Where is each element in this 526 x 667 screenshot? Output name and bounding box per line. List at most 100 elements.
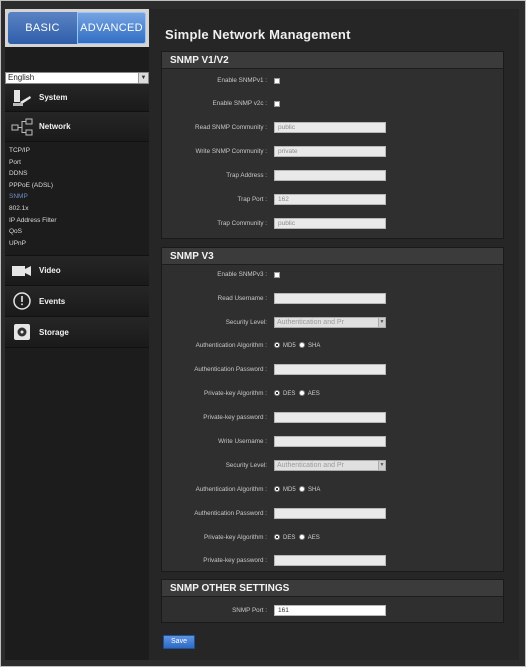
privkey-password-label: Private-key password : <box>203 414 267 421</box>
security-level-label: Security Level: <box>225 319 267 326</box>
write-community-label: Write SNMP Community : <box>195 148 268 155</box>
chevron-down-icon: ▼ <box>378 318 385 327</box>
write-username-label: Write Username : <box>218 438 267 445</box>
read-username-input[interactable] <box>274 293 386 304</box>
aes-label: AES <box>307 535 320 541</box>
trap-community-input[interactable]: public <box>274 218 386 229</box>
panel-snmp-v1v2: SNMP V1/V2 Enable SNMPv1 : Enable SNMP v… <box>161 51 504 239</box>
des-radio[interactable] <box>274 390 280 396</box>
trap-community-label: Trap Community : <box>217 220 267 227</box>
privkey-password-input[interactable] <box>274 412 386 423</box>
read-community-label: Read SNMP Community : <box>195 124 267 131</box>
sidebar-item-label: Events <box>39 296 66 306</box>
language-value: English <box>8 73 35 82</box>
privkey-algorithm-radios-2: DES AES <box>274 532 320 544</box>
chevron-down-icon: ▼ <box>378 461 385 470</box>
auth-password-label-2: Authentication Password : <box>194 510 267 517</box>
privkey-password-input-2[interactable] <box>274 555 386 566</box>
save-button[interactable]: Save <box>163 635 195 649</box>
sidebar-item-label: Storage <box>39 327 69 337</box>
submenu-pppoe[interactable]: PPPoE (ADSL) <box>9 180 149 192</box>
submenu-tcpip[interactable]: TCP/IP <box>9 145 149 157</box>
read-username-label: Read Username : <box>217 295 267 302</box>
submenu-upnp[interactable]: UPnP <box>9 238 149 250</box>
system-icon <box>5 88 39 108</box>
panel-title: SNMP V1/V2 <box>162 52 503 69</box>
submenu-qos[interactable]: QoS <box>9 226 149 238</box>
md5-radio-2[interactable] <box>274 486 280 492</box>
enable-v3-label: Enable SNMPv3 : <box>217 271 267 278</box>
sidebar-item-label: Network <box>39 122 71 131</box>
panel-snmp-other: SNMP OTHER SETTINGS SNMP Port : 161 <box>161 579 504 623</box>
storage-icon <box>5 323 39 341</box>
sha-label: SHA <box>308 487 321 493</box>
submenu-snmp[interactable]: SNMP <box>9 191 149 203</box>
snmp-port-label: SNMP Port : <box>232 607 267 614</box>
app-frame: BASIC ADVANCED English ▼ System Network … <box>0 0 526 667</box>
sha-label: SHA <box>308 343 321 349</box>
auth-password-input[interactable] <box>274 364 386 375</box>
privkey-algorithm-label-2: Private-key Algorithm : <box>204 534 267 541</box>
tab-advanced[interactable]: ADVANCED <box>77 12 146 44</box>
auth-algorithm-label: Authentication Algorithm : <box>195 342 267 349</box>
sidebar-item-events[interactable]: Events <box>5 286 149 318</box>
panel-title: SNMP OTHER SETTINGS <box>162 580 503 597</box>
privkey-algorithm-radios: DES AES <box>274 388 320 400</box>
md5-label: MD5 <box>283 487 296 493</box>
trap-port-input[interactable]: 162 <box>274 194 386 205</box>
language-select[interactable]: English ▼ <box>5 72 149 84</box>
privkey-password-label-2: Private-key password : <box>203 557 267 564</box>
security-level-value: Authentication and Pr <box>277 462 344 469</box>
snmp-port-input[interactable]: 161 <box>274 605 386 616</box>
aes-label: AES <box>307 391 320 397</box>
panel-title: SNMP V3 <box>162 248 503 265</box>
main-content: Simple Network Management SNMP V1/V2 Ena… <box>149 9 519 660</box>
security-level-select-2[interactable]: Authentication and Pr ▼ <box>274 460 386 471</box>
enable-v1-label: Enable SNMPv1 : <box>217 77 267 84</box>
video-camera-icon <box>5 264 39 278</box>
md5-radio[interactable] <box>274 342 280 348</box>
sidebar-item-system[interactable]: System <box>5 84 149 112</box>
enable-v2c-checkbox[interactable] <box>274 101 280 107</box>
security-level-label-2: Security Level: <box>225 462 267 469</box>
aes-radio[interactable] <box>298 390 305 396</box>
sha-radio[interactable] <box>299 342 306 348</box>
page-title: Simple Network Management <box>165 27 351 42</box>
write-community-input[interactable]: private <box>274 146 386 157</box>
sidebar-item-video[interactable]: Video <box>5 255 149 287</box>
network-icon <box>5 118 39 136</box>
privkey-algorithm-label: Private-key Algorithm : <box>204 390 267 397</box>
sidebar-item-label: System <box>39 93 68 102</box>
enable-v3-checkbox[interactable] <box>274 272 280 278</box>
alert-icon <box>5 291 39 311</box>
sidebar-item-network[interactable]: Network <box>5 112 149 142</box>
mode-tabs: BASIC ADVANCED <box>5 9 149 47</box>
panel-snmp-v3: SNMP V3 Enable SNMPv3 : Read Username : … <box>161 247 504 572</box>
submenu-ip-filter[interactable]: IP Address Filter <box>9 215 149 227</box>
aes-radio-2[interactable] <box>298 534 305 540</box>
sidebar-item-label: Video <box>39 266 61 276</box>
security-level-value: Authentication and Pr <box>277 319 344 326</box>
des-label: DES <box>283 535 296 541</box>
des-label: DES <box>283 391 296 397</box>
write-username-input[interactable] <box>274 436 386 447</box>
sha-radio-2[interactable] <box>299 486 306 492</box>
sidebar-item-storage[interactable]: Storage <box>5 317 149 349</box>
auth-password-input-2[interactable] <box>274 508 386 519</box>
submenu-ddns[interactable]: DDNS <box>9 168 149 180</box>
auth-algorithm-radios-2: MD5 SHA <box>274 484 320 496</box>
sidebar: BASIC ADVANCED English ▼ System Network … <box>5 9 149 660</box>
md5-label: MD5 <box>283 343 296 349</box>
submenu-port[interactable]: Port <box>9 157 149 169</box>
trap-address-label: Trap Address : <box>226 172 267 179</box>
trap-address-input[interactable] <box>274 170 386 181</box>
chevron-down-icon: ▼ <box>138 73 148 83</box>
network-submenu: TCP/IP Port DDNS PPPoE (ADSL) SNMP 802.1… <box>5 142 149 255</box>
enable-v1-checkbox[interactable] <box>274 78 280 84</box>
tab-basic[interactable]: BASIC <box>8 12 77 44</box>
auth-password-label: Authentication Password : <box>194 366 267 373</box>
read-community-input[interactable]: public <box>274 122 386 133</box>
des-radio-2[interactable] <box>274 534 280 540</box>
submenu-8021x[interactable]: 802.1x <box>9 203 149 215</box>
security-level-select[interactable]: Authentication and Pr ▼ <box>274 317 386 328</box>
